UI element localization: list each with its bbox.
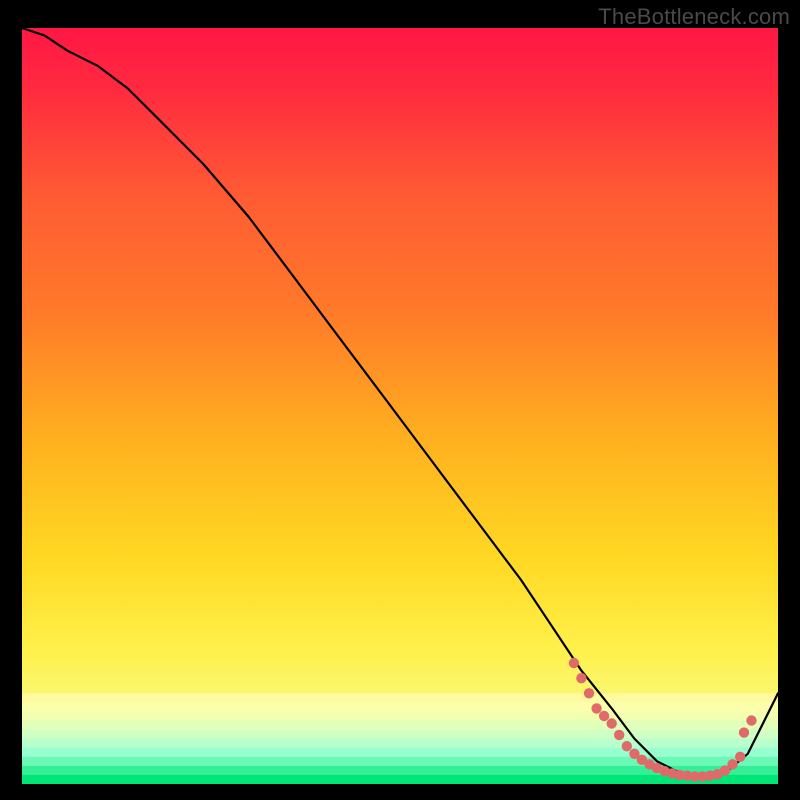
chart-container: TheBottleneck.com <box>0 0 800 800</box>
watermark-text: TheBottleneck.com <box>598 4 790 30</box>
bottleneck-chart <box>22 28 778 784</box>
plot-area <box>22 28 778 784</box>
